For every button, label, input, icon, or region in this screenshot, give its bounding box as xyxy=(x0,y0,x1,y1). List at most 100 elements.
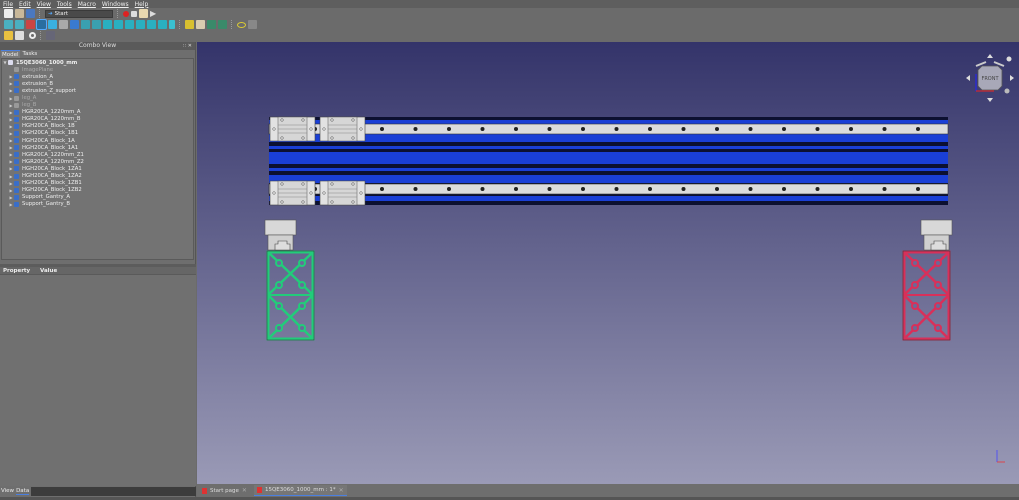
tree-item[interactable]: ▶ HGH20CA_Block_1ZB1 xyxy=(2,180,193,187)
save-icon[interactable] xyxy=(26,9,35,18)
rear-view-icon[interactable] xyxy=(136,20,145,29)
rail-bolt xyxy=(547,127,552,131)
tree-item-label: extrusion_Z_support xyxy=(22,87,77,94)
isometric-view-icon[interactable] xyxy=(92,20,101,29)
part-icon[interactable] xyxy=(185,20,194,29)
toolbar-row-2 xyxy=(0,19,257,30)
fit-all-icon[interactable] xyxy=(4,20,13,29)
menu-macro[interactable]: Macro xyxy=(78,1,96,8)
tree-item[interactable]: ▶ HGH20CA_Block_1ZA2 xyxy=(2,173,193,180)
close-icon[interactable]: ✕ xyxy=(242,487,247,494)
rail-bolt xyxy=(380,127,384,131)
tab-tasks[interactable]: Tasks xyxy=(23,50,38,58)
tree-item[interactable]: ▶ HGR20CA_1220mm_A xyxy=(2,109,193,116)
whats-this-icon[interactable] xyxy=(248,20,257,29)
tree-item[interactable]: ▶ Support_Gantry_B xyxy=(2,201,193,208)
new-file-icon[interactable] xyxy=(4,9,13,18)
sync-view-icon[interactable] xyxy=(70,20,79,29)
tree-item[interactable]: ImagePlane xyxy=(2,66,193,73)
tab-model[interactable]: Model xyxy=(1,50,20,58)
link-icon[interactable] xyxy=(207,20,216,29)
tree-root[interactable]: ▼ 15QE3060_1000_mm xyxy=(2,59,193,66)
menu-help[interactable]: Help xyxy=(135,1,149,8)
rail-bolt xyxy=(648,187,652,191)
text-document-icon[interactable] xyxy=(237,21,246,28)
panel-float-close-icon[interactable]: ∷ ✕ xyxy=(183,42,192,50)
right-view-icon[interactable] xyxy=(125,20,134,29)
refresh-icon[interactable] xyxy=(29,32,36,39)
value-column-header[interactable]: Value xyxy=(40,267,57,274)
tree-item[interactable]: ▶ leg_B xyxy=(2,102,193,109)
nav-arrow-left-icon xyxy=(966,75,970,81)
undo-icon[interactable] xyxy=(4,31,13,40)
tree-item[interactable]: ▶ extrusion_A xyxy=(2,73,193,80)
tree-item[interactable]: ▶ HGH20CA_Block_1A xyxy=(2,137,193,144)
object-icon xyxy=(14,130,19,136)
rail-top xyxy=(268,123,949,135)
model-tree[interactable]: ▼ 15QE3060_1000_mm ImagePlane ▶ extrusion_A… xyxy=(1,58,194,260)
measure-icon[interactable] xyxy=(169,20,175,29)
back-icon[interactable] xyxy=(48,20,57,29)
run-macro-icon[interactable]: ▶ xyxy=(150,9,156,18)
3d-view[interactable]: FRONT xyxy=(197,42,1019,484)
doc-tab[interactable]: Start page ✕ xyxy=(199,485,250,496)
tree-item[interactable]: ▶ HGR20CA_1220mm_B xyxy=(2,116,193,123)
link-actions-icon[interactable] xyxy=(218,20,227,29)
object-icon xyxy=(14,152,19,158)
object-icon xyxy=(14,67,19,73)
draw-style-icon[interactable] xyxy=(26,20,35,29)
tree-item-label: HGH20CA_Block_1ZB2 xyxy=(22,187,82,194)
property-column-header[interactable]: Property xyxy=(0,267,40,274)
workbench-label: Start xyxy=(54,10,69,17)
tree-item-label: HGH20CA_Block_1B1 xyxy=(22,130,79,137)
forward-icon[interactable] xyxy=(59,20,68,29)
tree-item[interactable]: ▶ leg_A xyxy=(2,94,193,101)
bounding-box-icon[interactable] xyxy=(36,19,47,30)
macro-editor-icon[interactable] xyxy=(139,9,148,18)
menu-edit[interactable]: Edit xyxy=(19,1,31,8)
front-view-icon[interactable] xyxy=(103,20,112,29)
tree-item-label: Support_Gantry_A xyxy=(22,194,70,201)
tree-item[interactable]: ▶ extrusion_B xyxy=(2,80,193,87)
fit-selection-icon[interactable] xyxy=(15,20,24,29)
top-view-icon[interactable] xyxy=(114,20,123,29)
tree-item[interactable]: ▶ Support_Gantry_A xyxy=(2,194,193,201)
object-icon xyxy=(14,81,19,87)
tree-item[interactable]: ▶ extrusion_Z_support xyxy=(2,87,193,94)
tree-item[interactable]: ▶ HGH20CA_Block_1ZB2 xyxy=(2,187,193,194)
tree-item-label: extrusion_B xyxy=(22,80,54,87)
tree-item-label: HGR20CA_1220mm_B xyxy=(22,116,81,123)
tree-item[interactable]: ▶ HGH20CA_Block_1ZA1 xyxy=(2,165,193,172)
tree-item[interactable]: ▶ HGH20CA_Block_1B xyxy=(2,123,193,130)
close-icon[interactable]: ✕ xyxy=(339,487,344,494)
left-view-icon[interactable] xyxy=(158,20,167,29)
tab-view[interactable]: View xyxy=(1,488,14,494)
doc-tab[interactable]: 15QE3060_1000_mm : 1* ✕ xyxy=(253,485,347,496)
help-icon[interactable] xyxy=(46,31,55,40)
bottom-view-icon[interactable] xyxy=(147,20,156,29)
rail-bottom xyxy=(268,183,949,195)
tree-item[interactable]: ▶ HGR20CA_1220mm_Z2 xyxy=(2,158,193,165)
open-file-icon[interactable] xyxy=(15,9,24,18)
stop-macro-icon[interactable] xyxy=(131,10,137,17)
std-views-icon[interactable] xyxy=(81,20,90,29)
rail-bolt xyxy=(748,127,753,131)
redo-icon[interactable] xyxy=(15,31,24,40)
rail-bolt xyxy=(882,187,887,191)
menu-windows[interactable]: Windows xyxy=(102,1,129,8)
menu-view[interactable]: View xyxy=(37,1,51,8)
record-macro-icon[interactable] xyxy=(123,10,129,17)
workbench-select[interactable]: ➜ Start xyxy=(45,9,113,18)
nav-arrow-down-icon xyxy=(987,98,993,102)
group-icon[interactable] xyxy=(196,20,205,29)
tree-item[interactable]: ▶ HGH20CA_Block_1B1 xyxy=(2,130,193,137)
carriage-right xyxy=(920,219,953,251)
tree-item[interactable]: ▶ HGR20CA_1220mm_Z1 xyxy=(2,151,193,158)
linear-block xyxy=(319,116,366,142)
menu-file[interactable]: File xyxy=(3,1,13,8)
rail-bolt xyxy=(782,187,786,191)
tree-item[interactable]: ▶ HGH20CA_Block_1A1 xyxy=(2,144,193,151)
tab-data[interactable]: Data xyxy=(16,488,30,495)
tree-item-label: Support_Gantry_B xyxy=(22,201,70,208)
menu-tools[interactable]: Tools xyxy=(57,1,72,8)
